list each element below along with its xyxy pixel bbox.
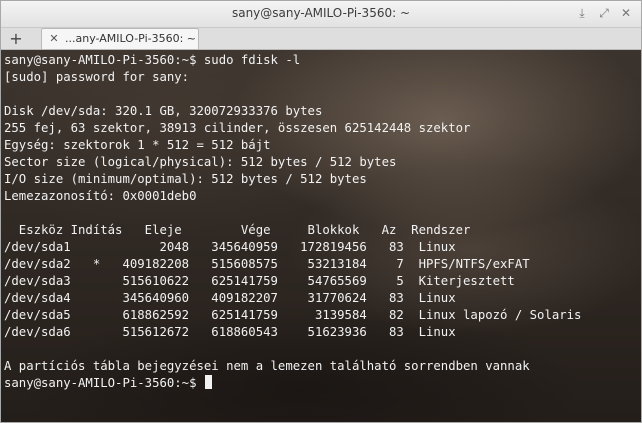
terminal-line: Sector size (logical/physical): 512 byte… bbox=[4, 154, 581, 171]
close-icon[interactable]: ✕ bbox=[619, 5, 633, 21]
minimize-icon[interactable]: ⤓ bbox=[575, 5, 589, 21]
terminal-line-text: I/O size (minimum/optimal): 512 bytes / … bbox=[4, 172, 367, 186]
window-title: sany@sany-AMILO-Pi-3560: ~ bbox=[231, 6, 411, 20]
terminal-line-text: /dev/sda5 618862592 625141759 3139584 82… bbox=[4, 308, 582, 322]
terminal-line-text: Sector size (logical/physical): 512 byte… bbox=[4, 155, 397, 169]
title-bar[interactable]: sany@sany-AMILO-Pi-3560: ~ ⤓ ⤢ ✕ bbox=[1, 1, 641, 28]
terminal-lines: sany@sany-AMILO-Pi-3560:~$ sudo fdisk -l… bbox=[4, 52, 581, 392]
tab-label: ...any-AMILO-Pi-3560: ~ bbox=[65, 32, 197, 45]
terminal-line: /dev/sda5 618862592 625141759 3139584 82… bbox=[4, 307, 581, 324]
terminal-line-text: Eszköz Indítás Eleje Vége Blokkok Az Ren… bbox=[4, 223, 471, 237]
tab-bar: + ✕ ...any-AMILO-Pi-3560: ~ bbox=[1, 28, 641, 50]
terminal-line: sany@sany-AMILO-Pi-3560:~$ bbox=[4, 375, 581, 392]
terminal-line: Lemezazonosító: 0x0001deb0 bbox=[4, 188, 581, 205]
new-tab-button[interactable]: + bbox=[5, 29, 27, 48]
terminal-line-text: Egység: szektorok 1 * 512 = 512 bájt bbox=[4, 138, 271, 152]
terminal-line: /dev/sda1 2048 345640959 172819456 83 Li… bbox=[4, 239, 581, 256]
terminal-line: sany@sany-AMILO-Pi-3560:~$ sudo fdisk -l bbox=[4, 52, 581, 69]
terminal-line: Disk /dev/sda: 320.1 GB, 320072933376 by… bbox=[4, 103, 581, 120]
terminal-line-text: sany@sany-AMILO-Pi-3560:~$ bbox=[4, 376, 204, 390]
terminal-line-text: /dev/sda2 * 409182208 515608575 53213184… bbox=[4, 257, 530, 271]
terminal-line: Eszköz Indítás Eleje Vége Blokkok Az Ren… bbox=[4, 222, 581, 239]
terminal-output[interactable]: sany@sany-AMILO-Pi-3560:~$ sudo fdisk -l… bbox=[1, 50, 641, 422]
terminal-line: A partíciós tábla bejegyzései nem a leme… bbox=[4, 358, 581, 375]
terminal-line: I/O size (minimum/optimal): 512 bytes / … bbox=[4, 171, 581, 188]
terminal-line: 255 fej, 63 szektor, 38913 cilinder, öss… bbox=[4, 120, 581, 137]
terminal-line: /dev/sda6 515612672 618860543 51623936 8… bbox=[4, 324, 581, 341]
tab-close-icon[interactable]: ✕ bbox=[48, 31, 60, 45]
tab-terminal[interactable]: ✕ ...any-AMILO-Pi-3560: ~ bbox=[41, 28, 199, 49]
terminal-line-text: [sudo] password for sany: bbox=[4, 70, 190, 84]
window-controls: ⤓ ⤢ ✕ bbox=[575, 5, 633, 21]
terminal-line-text: /dev/sda4 345640960 409182207 31770624 8… bbox=[4, 291, 456, 305]
terminal-line: /dev/sda4 345640960 409182207 31770624 8… bbox=[4, 290, 581, 307]
terminal-line-text: /dev/sda1 2048 345640959 172819456 83 Li… bbox=[4, 240, 456, 254]
terminal-line: /dev/sda3 515610622 625141759 54765569 5… bbox=[4, 273, 581, 290]
terminal-line-text: 255 fej, 63 szektor, 38913 cilinder, öss… bbox=[4, 121, 471, 135]
terminal-window: sany@sany-AMILO-Pi-3560: ~ ⤓ ⤢ ✕ + ✕ ...… bbox=[0, 0, 642, 423]
terminal-line-text: A partíciós tábla bejegyzései nem a leme… bbox=[4, 359, 530, 373]
terminal-line-text: /dev/sda6 515612672 618860543 51623936 8… bbox=[4, 325, 456, 339]
terminal-line: [sudo] password for sany: bbox=[4, 69, 581, 86]
maximize-icon[interactable]: ⤢ bbox=[597, 5, 611, 21]
terminal-line: Egység: szektorok 1 * 512 = 512 bájt bbox=[4, 137, 581, 154]
terminal-line-text: sany@sany-AMILO-Pi-3560:~$ sudo fdisk -l bbox=[4, 53, 301, 67]
terminal-line-text: Lemezazonosító: 0x0001deb0 bbox=[4, 189, 197, 203]
terminal-line-text: /dev/sda3 515610622 625141759 54765569 5… bbox=[4, 274, 515, 288]
terminal-line-text: Disk /dev/sda: 320.1 GB, 320072933376 by… bbox=[4, 104, 323, 118]
terminal-line: /dev/sda2 * 409182208 515608575 53213184… bbox=[4, 256, 581, 273]
terminal-cursor bbox=[204, 375, 212, 389]
